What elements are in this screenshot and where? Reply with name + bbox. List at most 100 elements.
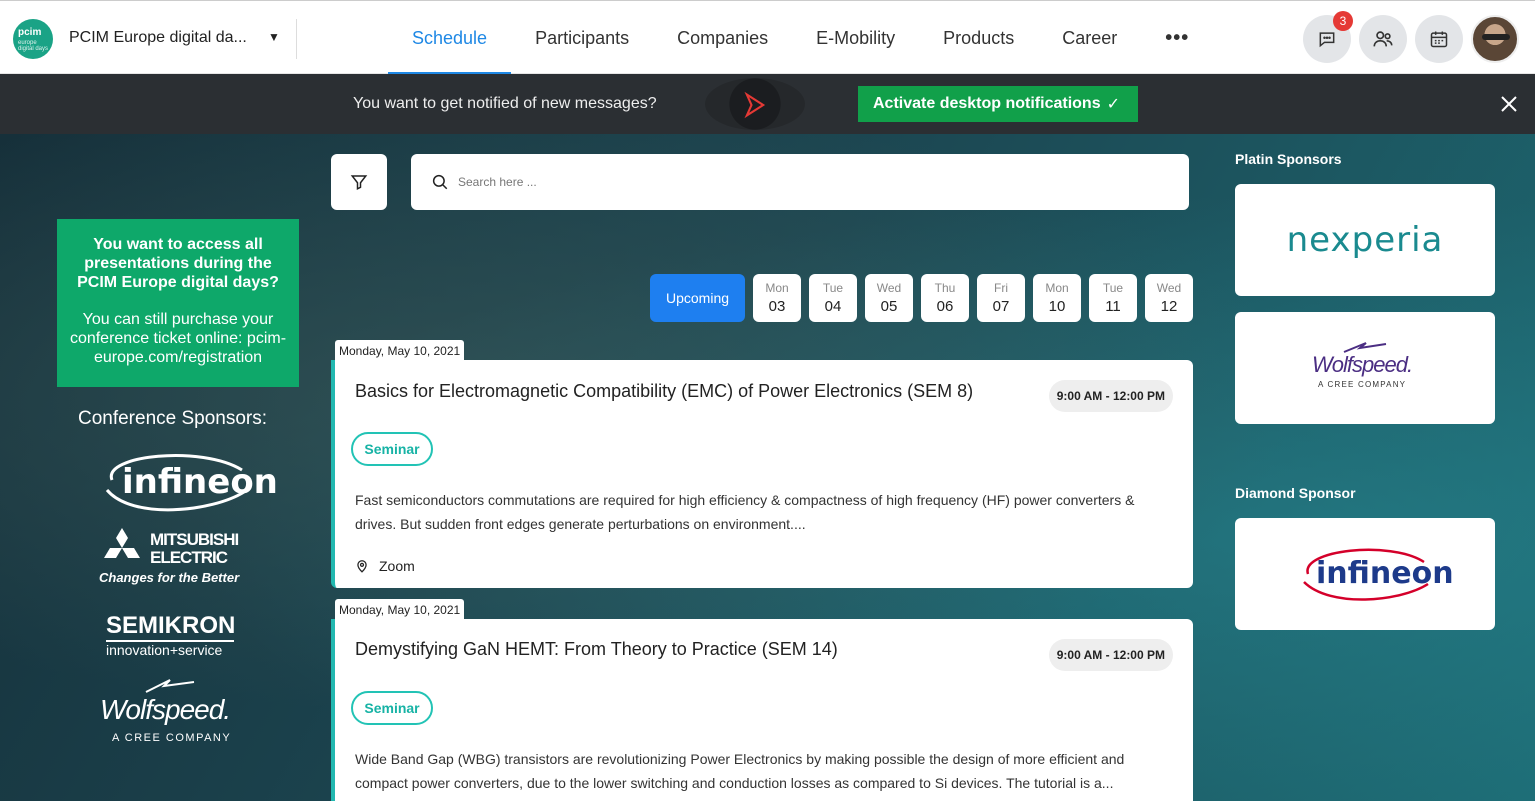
wolfspeed-tagline-left: A CREE COMPANY [112,732,232,744]
logo-subtext: europe digital days [18,40,49,52]
infineon-wordmark: infineon [122,462,278,502]
divider [296,19,297,59]
day-number: 12 [1160,298,1178,315]
session-date-label: Monday, May 10, 2021 [335,340,465,360]
caret-down-icon[interactable]: ▼ [268,30,280,44]
day-number: 07 [992,298,1010,315]
infineon-sponsor-logo: infineon [1300,544,1454,604]
mitsubishi-tagline: Changes for the Better [99,570,240,585]
mitsubishi-diamonds-icon [104,528,140,558]
notification-bar: You want to get notified of new messages… [0,74,1535,134]
infineon-logo[interactable]: infineon [102,450,278,514]
tab-career[interactable]: Career [1038,1,1141,75]
bell-icon [744,91,766,119]
session-time: 9:00 AM - 12:00 PM [1048,380,1173,412]
day-weekday: Tue [822,281,844,295]
activate-notifications-button[interactable]: Activate desktop notifications ✓ [858,86,1138,122]
day-number: 05 [880,298,898,315]
session-time: 9:00 AM - 12:00 PM [1048,639,1173,671]
promo-title: You want to access all presentations dur… [77,236,279,291]
conference-sponsors-heading: Conference Sponsors: [77,408,268,429]
semikron-logo[interactable]: SEMIKRON innovation+service [104,612,236,660]
session-description: Fast semiconductors commutations are req… [355,492,1135,532]
session-title[interactable]: Basics for Electromagnetic Compatibility… [355,381,973,402]
day-chip[interactable]: Wed 05 [865,274,913,322]
day-chip[interactable]: Fri 07 [977,274,1025,322]
upcoming-filter-button[interactable]: Upcoming [650,274,745,322]
day-weekday: Mon [765,281,789,295]
calendar-icon [1430,31,1448,48]
day-number: 03 [768,298,786,315]
more-tabs-button[interactable]: ••• [1141,1,1213,75]
infineon-sponsor-wordmark: infineon [1316,556,1454,591]
user-avatar[interactable] [1471,15,1519,63]
mitsubishi-logo[interactable]: MITSUBISHI ELECTRIC Changes for the Bett… [98,526,248,588]
session-description: Wide Band Gap (WBG) transistors are revo… [355,751,1125,791]
session-location: Zoom [355,558,415,574]
day-weekday: Tue [1102,281,1124,295]
messages-badge: 3 [1333,11,1353,31]
infineon-sponsor-card[interactable]: infineon [1235,518,1495,630]
wolfspeed-bolt-icon [145,679,195,693]
day-chip[interactable]: Tue 11 [1089,274,1137,322]
session-card[interactable]: Basics for Electromagnetic Compatibility… [331,360,1193,588]
cta-label: Activate desktop notifications [873,95,1101,112]
schedule-area: You want to access all presentations dur… [0,134,1535,801]
day-weekday: Mon [1045,281,1069,295]
day-chip[interactable]: Mon 10 [1033,274,1081,322]
session-type-chip[interactable]: Seminar [351,691,433,725]
day-number: 06 [936,298,954,315]
top-navbar: pcim europe digital days PCIM Europe dig… [0,0,1535,75]
nexperia-sponsor-card[interactable]: nexperia [1235,184,1495,296]
filter-button[interactable] [331,154,387,210]
chat-icon [1319,32,1335,48]
platin-sponsors-heading: Platin Sponsors [1235,151,1342,167]
search-icon [432,174,448,190]
day-chip[interactable]: Thu 06 [921,274,969,322]
main-tabs: Schedule Participants Companies E-Mobili… [388,1,1213,75]
day-chip[interactable]: Mon 03 [753,274,801,322]
tab-e-mobility[interactable]: E-Mobility [792,1,919,75]
wolfspeed-logo-left[interactable]: Wolfspeed. A CREE COMPANY [98,676,240,748]
search-box [411,154,1189,210]
session-type-chip[interactable]: Seminar [351,432,433,466]
wolfspeed-logo: Wolfspeed. A CREE COMPANY [1310,340,1420,396]
tab-companies[interactable]: Companies [653,1,792,75]
day-weekday: Fri [994,281,1008,295]
notification-text: You want to get notified of new messages… [353,95,657,112]
tab-products[interactable]: Products [919,1,1038,75]
pcim-logo[interactable]: pcim europe digital days [13,19,53,59]
messages-button[interactable]: 3 [1303,11,1353,63]
mitsubishi-line1: MITSUBISHI [150,530,239,549]
check-icon: ✓ [1106,96,1120,113]
day-weekday: Thu [934,281,956,295]
search-input[interactable] [458,170,1158,194]
session-card[interactable]: Demystifying GaN HEMT: From Theory to Pr… [331,619,1193,801]
location-pin-icon [357,560,367,573]
semikron-tagline: innovation+service [106,642,223,658]
mitsubishi-line2: ELECTRIC [150,548,228,567]
wolfspeed-wordmark-left: Wolfspeed. [100,694,231,725]
day-number: 04 [824,298,842,315]
session-title[interactable]: Demystifying GaN HEMT: From Theory to Pr… [355,639,838,660]
day-weekday: Wed [876,281,902,295]
close-icon[interactable] [1499,94,1519,114]
tab-participants[interactable]: Participants [511,1,653,75]
tab-schedule[interactable]: Schedule [388,1,512,75]
promo-box[interactable]: You want to access all presentations dur… [57,219,299,387]
day-number: 10 [1048,298,1066,315]
day-chip[interactable]: Tue 04 [809,274,857,322]
logo-text: pcim [18,27,42,38]
contacts-button[interactable] [1359,15,1407,63]
event-selector[interactable]: PCIM Europe digital da... [69,29,247,47]
session-location-text: Zoom [379,558,415,574]
people-icon [1373,31,1393,47]
diamond-sponsor-heading: Diamond Sponsor [1235,485,1356,501]
wolfspeed-tagline: A CREE COMPANY [1318,380,1407,389]
semikron-wordmark: SEMIKRON [106,612,236,639]
wolfspeed-wordmark: Wolfspeed. [1312,352,1413,377]
wolfspeed-sponsor-card[interactable]: Wolfspeed. A CREE COMPANY [1235,312,1495,424]
day-chip[interactable]: Wed 12 [1145,274,1193,322]
calendar-button[interactable] [1415,15,1463,63]
filter-icon [350,175,368,190]
